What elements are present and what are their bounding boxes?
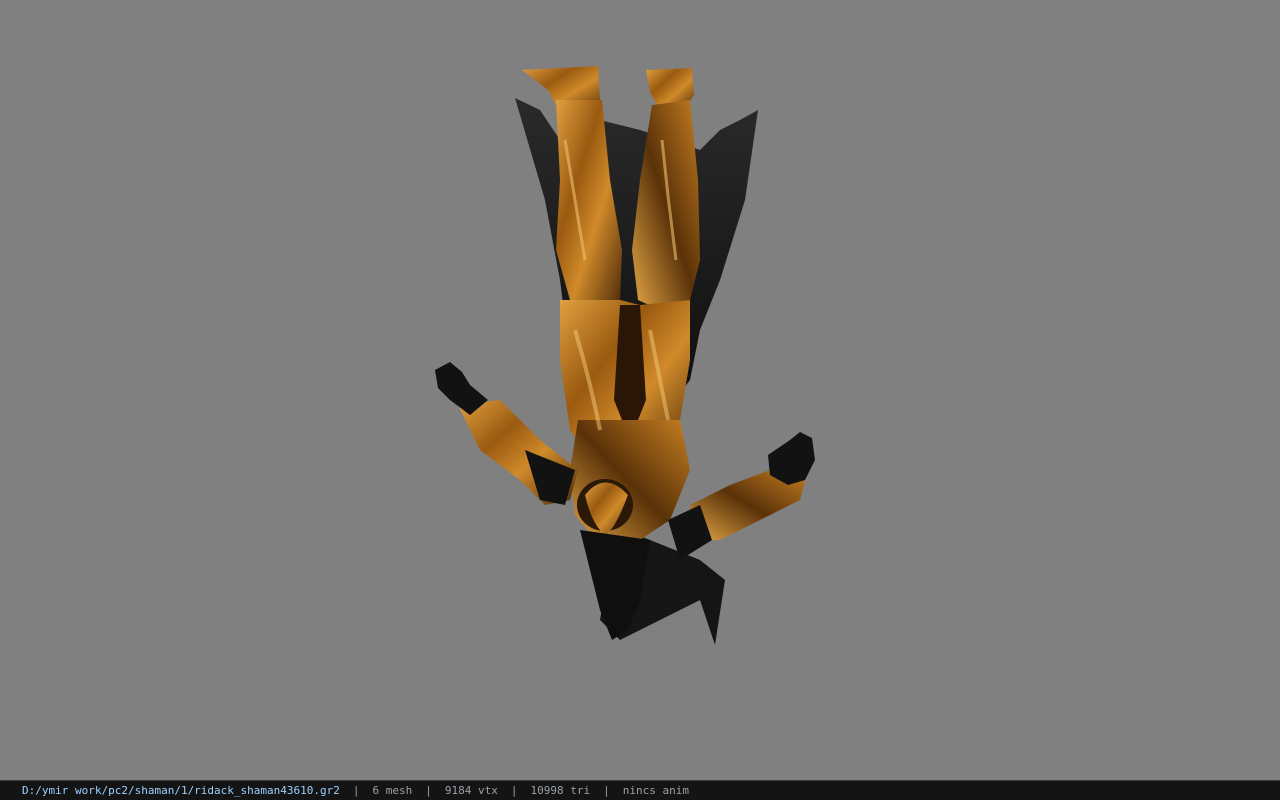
separator: | [603,784,610,797]
mesh-count: 6 mesh [372,784,413,797]
separator: | [510,784,518,797]
vertex-count: 9184 vtx [444,784,498,797]
right-hand [768,432,815,485]
model-viewport[interactable] [0,0,1280,780]
status-bar: D:/ymir work/pc2/shaman/1/ridack_shaman4… [0,780,1280,800]
animation-status: nincs anim [622,784,689,797]
file-path: D:/ymir work/pc2/shaman/1/ridack_shaman4… [22,784,340,797]
3d-model-render [435,66,815,645]
triangle-count: 10998 tri [530,784,591,797]
separator: | [425,784,432,797]
separator: | [352,784,360,797]
